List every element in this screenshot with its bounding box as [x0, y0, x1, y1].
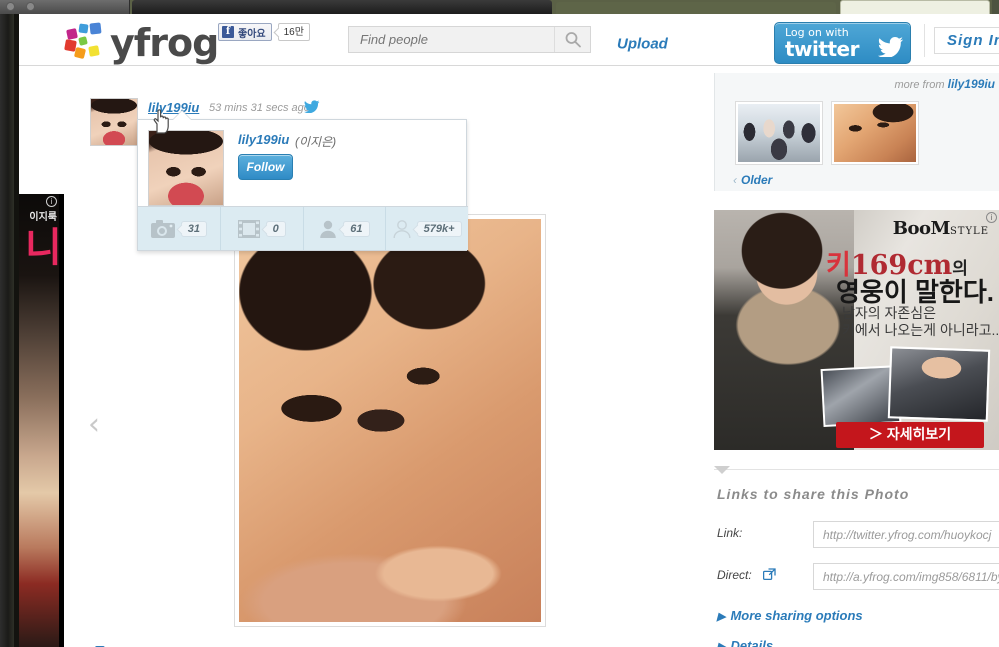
logo-wordmark: yfrog — [110, 21, 219, 65]
facebook-icon: f — [222, 26, 234, 38]
thumbnail-couple-photo[interactable] — [831, 101, 919, 165]
hover-card-realname: (이지은) — [295, 135, 337, 149]
ad-subtext-line2: 키에서 나오는게 아니라고.. — [842, 322, 999, 338]
share-collapse-arrow-icon[interactable] — [714, 466, 730, 474]
browser-tab-1[interactable] — [132, 0, 552, 14]
stat-followers-value: 579k+ — [416, 220, 462, 237]
hover-card-avatar[interactable] — [148, 130, 224, 206]
follow-button[interactable]: Follow — [238, 154, 293, 180]
chevron-left-icon: ‹ — [733, 173, 737, 187]
signin-link[interactable]: Sign In — [947, 32, 999, 49]
search-icon — [565, 32, 581, 48]
ad-inset-photo-2 — [887, 346, 991, 422]
hover-card-stats: 31 0 61 579k+ — [138, 206, 468, 250]
share-section-title: Links to share this Photo — [717, 486, 910, 502]
share-divider — [714, 469, 999, 470]
more-sharing-options-toggle[interactable]: ▶ More sharing options — [717, 608, 863, 623]
facebook-like-header[interactable]: f 좋아요 16만 — [218, 23, 310, 41]
film-icon — [237, 219, 260, 238]
facebook-like-count: 16만 — [277, 23, 310, 41]
ad-brand-main: BooM — [892, 218, 951, 239]
ad-brand-logo: BooMSTYLE — [893, 218, 989, 239]
external-link-icon — [763, 568, 776, 581]
info-icon[interactable]: i — [986, 212, 997, 223]
facebook-like-button[interactable]: f 좋아요 — [218, 23, 272, 41]
person-filled-icon — [320, 220, 337, 238]
stat-following-value: 61 — [343, 220, 370, 237]
details-label: Details — [730, 638, 774, 647]
twitter-bird-icon — [304, 100, 320, 113]
stat-photos-value: 31 — [180, 220, 207, 237]
direct-input[interactable] — [813, 563, 999, 590]
more-from-section: more from lily199iu ‹ Older — [714, 73, 999, 191]
main-photo[interactable] — [234, 214, 546, 627]
link-field-label: Link: — [717, 526, 743, 540]
main-photo-image — [239, 219, 541, 622]
triangle-right-icon: ▶ — [717, 641, 726, 647]
direct-field-label: Direct: — [717, 568, 752, 582]
header-divider — [924, 24, 925, 57]
page-content: yfrog f 좋아요 16만 Upload — [19, 14, 999, 647]
photo-column: lily199iu 53 mins 31 secs ago lily199iu … — [64, 66, 704, 647]
stat-videos-value: 0 — [265, 220, 286, 237]
browser-chrome — [0, 0, 999, 14]
triangle-right-icon: ▶ — [717, 611, 726, 623]
window-controls[interactable] — [0, 0, 130, 14]
ad-headline-line2: 영웅이 말한다. — [836, 277, 994, 307]
ad-subtext: 남자의 자존심은 키에서 나오는게 아니라고.. — [842, 305, 999, 339]
left-ad-banner[interactable]: 이지룩 니 i — [19, 194, 59, 647]
more-from-prefix: more from — [894, 79, 945, 91]
avatar[interactable] — [90, 98, 138, 146]
sidebar-ad-banner[interactable]: BooMSTYLE 키169cm의 영웅이 말한다. 남자의 자존심은 키에서 … — [714, 210, 999, 450]
stat-followers[interactable]: 579k+ — [386, 207, 468, 250]
camera-icon — [150, 219, 175, 238]
post-timestamp: 53 mins 31 secs ago — [209, 102, 310, 114]
twitter-login-line2: twitter — [785, 37, 859, 61]
browser-tab-2[interactable] — [556, 2, 836, 14]
right-sidebar: more from lily199iu ‹ Older BooMSTYLE 키1… — [704, 66, 999, 647]
search-input[interactable] — [349, 27, 554, 52]
signin-box[interactable]: Sign In — [934, 27, 999, 54]
twitter-login-button[interactable]: Log on with twitter — [774, 22, 911, 64]
ad-cta-button[interactable]: ＞ 자세히보기 — [836, 422, 984, 448]
previous-photo-button[interactable]: ‹ — [88, 410, 110, 441]
left-ad-small-text: 이지룩 — [29, 212, 57, 223]
upload-link[interactable]: Upload — [617, 36, 668, 53]
more-sharing-options-label: More sharing options — [730, 608, 863, 623]
stat-photos[interactable]: 31 — [138, 207, 221, 250]
browser-tab-4[interactable] — [992, 0, 999, 14]
hover-card-username[interactable]: lily199iu — [238, 132, 289, 147]
ad-brand-sub: STYLE — [949, 226, 989, 237]
link-input[interactable] — [813, 521, 999, 548]
thumbnail-group-photo[interactable] — [735, 101, 823, 165]
more-from-label: more from lily199iu — [894, 77, 995, 91]
facebook-like-label: 좋아요 — [238, 28, 266, 40]
site-header: yfrog f 좋아요 16만 Upload — [19, 14, 999, 66]
twitter-bird-icon — [878, 37, 903, 57]
thumbnail-group-photo-image — [738, 104, 820, 162]
mouse-cursor-hand-icon — [153, 109, 169, 134]
older-link[interactable]: ‹ Older — [733, 173, 772, 187]
left-ad-big-text: 니 — [25, 226, 59, 270]
details-toggle[interactable]: ▶ Details — [717, 638, 773, 647]
search-box[interactable] — [348, 26, 591, 53]
screenshot-root: yfrog f 좋아요 16만 Upload — [0, 0, 999, 647]
ad-subtext-line1: 남자의 자존심은 — [842, 305, 937, 321]
older-label: Older — [741, 173, 773, 187]
search-button[interactable] — [554, 27, 590, 52]
more-from-username[interactable]: lily199iu — [948, 77, 995, 91]
yfrog-logo[interactable]: yfrog — [64, 21, 235, 65]
browser-tab-active[interactable] — [840, 0, 990, 14]
user-hover-card: lily199iu (이지은) Follow 31 0 61 579k+ — [137, 119, 468, 251]
info-icon[interactable]: i — [46, 196, 57, 207]
stat-following[interactable]: 61 — [304, 207, 387, 250]
thumbnail-couple-photo-image — [834, 104, 916, 162]
person-outline-icon — [393, 219, 411, 238]
stat-videos[interactable]: 0 — [221, 207, 304, 250]
